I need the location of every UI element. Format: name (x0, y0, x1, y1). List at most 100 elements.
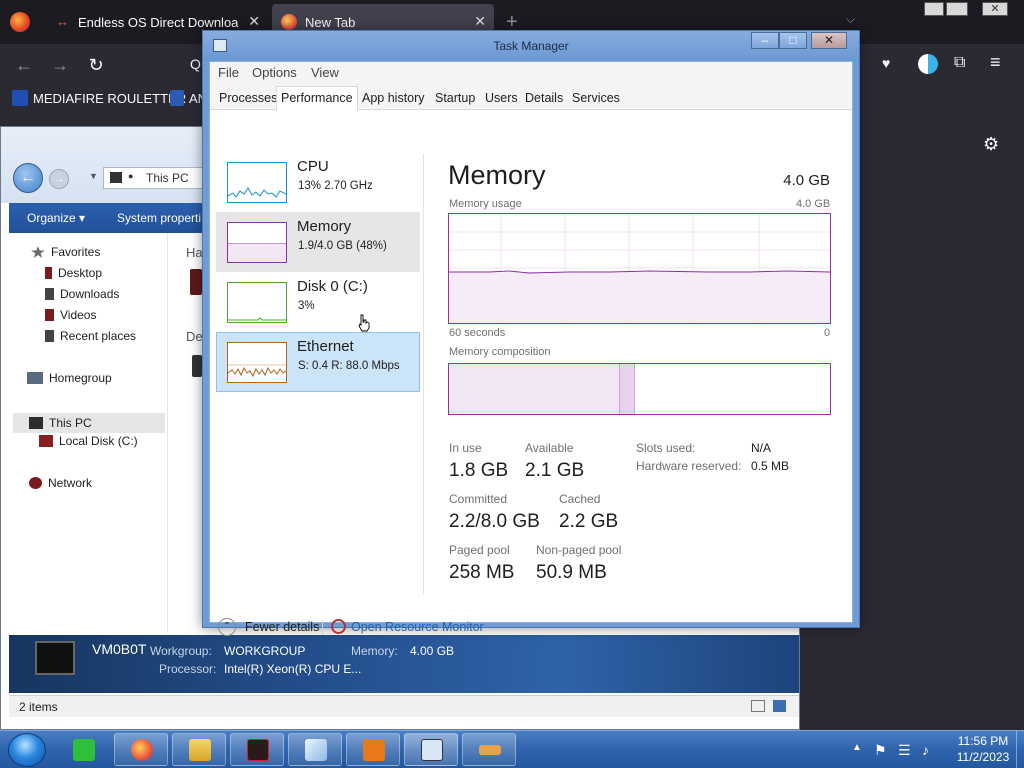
open-resource-monitor-link[interactable]: Open Resource Monitor (351, 620, 484, 634)
nav-label: Favorites (51, 245, 101, 259)
menu-view[interactable]: View (311, 65, 339, 80)
navigation-pane: Favorites Desktop Downloads Videos Recen… (9, 233, 167, 633)
back-arrow-icon[interactable]: ← (13, 163, 43, 193)
title-bar[interactable]: Task Manager – □ ✕ (203, 31, 859, 61)
account-icon[interactable] (918, 54, 938, 74)
clock-time[interactable]: 11:56 PM (950, 734, 1016, 748)
nav-desktop[interactable]: Desktop (45, 266, 102, 280)
url-search-icon[interactable]: Q (190, 56, 201, 72)
bookmark-mediafire[interactable]: MEDIAFIRE ROULETTER (12, 90, 186, 106)
nav-downloads[interactable]: Downloads (45, 287, 119, 301)
nav-this-pc[interactable]: This PC (13, 413, 165, 433)
system-properties-button[interactable]: System properti (117, 211, 201, 225)
close-window-icon[interactable]: ✕ (982, 2, 1008, 16)
nav-label: Downloads (60, 287, 120, 301)
close-tab-icon[interactable]: ✕ (248, 13, 260, 30)
device-icon[interactable] (192, 355, 202, 377)
taskbar-notepad[interactable] (288, 733, 342, 766)
workgroup-value: WORKGROUP (224, 644, 306, 658)
perf-item-memory[interactable]: Memory 1.9/4.0 GB (48%) (216, 212, 420, 272)
taskbar-google-docs[interactable] (56, 733, 110, 766)
taskbar-system[interactable] (230, 733, 284, 766)
pocket-icon[interactable]: ♥ (882, 55, 890, 71)
restore-icon[interactable] (946, 2, 968, 16)
reload-icon[interactable]: ↻ (84, 53, 108, 77)
back-icon[interactable]: ← (12, 53, 36, 77)
network-tray-icon[interactable]: ☰ (898, 742, 911, 759)
minimize-icon[interactable] (924, 2, 944, 16)
task-manager-client: File Options View Processes Performance … (209, 61, 853, 636)
perf-item-cpu[interactable]: CPU 13% 2.70 GHz (216, 152, 420, 212)
star-icon (31, 246, 45, 258)
menu-options[interactable]: Options (252, 65, 297, 80)
nav-local-disk[interactable]: Local Disk (C:) (39, 434, 138, 448)
list-tabs-icon[interactable]: ⌵ (846, 12, 855, 27)
tab-title: Endless OS Direct Download | Er (78, 14, 238, 30)
tab-processes[interactable]: Processes (214, 88, 282, 110)
tab-services[interactable]: Services (567, 88, 625, 110)
perf-item-ethernet[interactable]: Ethernet S: 0.4 R: 88.0 Mbps (216, 332, 420, 392)
recent-locations-icon[interactable]: ▼ (89, 171, 98, 181)
network-icon (29, 477, 42, 489)
drive-icon (39, 435, 53, 447)
minimize-button[interactable]: – (751, 32, 779, 49)
taskbar-file-explorer[interactable] (172, 733, 226, 766)
tab-details[interactable]: Details (520, 88, 568, 110)
slots-used-label: Slots used: (636, 441, 696, 455)
in-use-segment (449, 364, 620, 414)
task-manager-icon (421, 739, 443, 761)
menu-icon[interactable]: ≡ (990, 52, 1001, 73)
section-header[interactable]: De (186, 329, 203, 344)
memory-label: Memory: (351, 644, 398, 658)
taskbar-app[interactable] (462, 733, 516, 766)
extensions-icon[interactable]: ⧉ (954, 54, 965, 72)
flag-icon[interactable]: ⚑ (874, 742, 887, 759)
drive-icon[interactable] (190, 269, 202, 295)
file-explorer-icon (189, 739, 211, 761)
perf-item-disk[interactable]: Disk 0 (C:) 3% (216, 272, 420, 332)
nav-network[interactable]: Network (29, 476, 92, 490)
taskbar-task-manager[interactable] (404, 733, 458, 766)
clock-date[interactable]: 11/2/2023 (950, 750, 1016, 764)
nav-label: Recent places (60, 329, 137, 343)
show-desktop-button[interactable] (1016, 731, 1024, 768)
close-button[interactable]: ✕ (811, 32, 847, 49)
hardware-reserved-value: 0.5 MB (751, 459, 790, 473)
perf-name: Disk 0 (C:) (297, 278, 368, 295)
memory-usage-label: Memory usage (449, 198, 522, 210)
non-paged-pool-label: Non-paged pool (536, 543, 622, 557)
volume-icon[interactable]: ♪ (922, 742, 929, 758)
start-button[interactable] (8, 733, 46, 767)
perf-value: 3% (298, 300, 315, 312)
tab-users[interactable]: Users (480, 88, 523, 110)
in-use-label: In use (449, 441, 482, 455)
nav-recent-places[interactable]: Recent places (45, 329, 136, 343)
show-hidden-icons[interactable]: ▲ (852, 742, 862, 753)
memory-usage-graph (448, 213, 831, 324)
forward-arrow-icon[interactable]: → (49, 169, 69, 189)
tab-startup[interactable]: Startup (430, 88, 480, 110)
address-bar[interactable]: ● This PC (103, 167, 203, 189)
app-icon (479, 745, 501, 755)
nav-favorites[interactable]: Favorites (31, 245, 100, 259)
close-tab-icon[interactable]: ✕ (474, 13, 486, 30)
maximize-button[interactable]: □ (779, 32, 807, 49)
tiles-view-icon[interactable] (773, 700, 786, 712)
taskbar-firefox[interactable] (114, 733, 168, 766)
nav-homegroup[interactable]: Homegroup (27, 371, 112, 385)
settings-gear-icon[interactable]: ⚙ (983, 134, 999, 155)
paged-pool-value: 258 MB (449, 562, 515, 583)
firefox-view-icon[interactable] (10, 12, 30, 32)
details-view-icon[interactable] (751, 700, 765, 712)
tab-performance[interactable]: Performance (276, 86, 358, 111)
chevron-up-icon[interactable]: ⌃ (218, 618, 236, 636)
tab-app-history[interactable]: App history (357, 88, 430, 110)
nav-videos[interactable]: Videos (45, 308, 96, 322)
organize-button[interactable]: Organize ▾ (27, 211, 85, 225)
fewer-details-button[interactable]: Fewer details (245, 620, 319, 634)
details-pane: VM0B0T Workgroup: WORKGROUP Memory: 4.00… (9, 635, 799, 693)
forward-icon[interactable]: → (48, 53, 72, 77)
section-header[interactable]: Ha (186, 245, 203, 260)
taskbar-java[interactable] (346, 733, 400, 766)
menu-file[interactable]: File (218, 65, 239, 80)
